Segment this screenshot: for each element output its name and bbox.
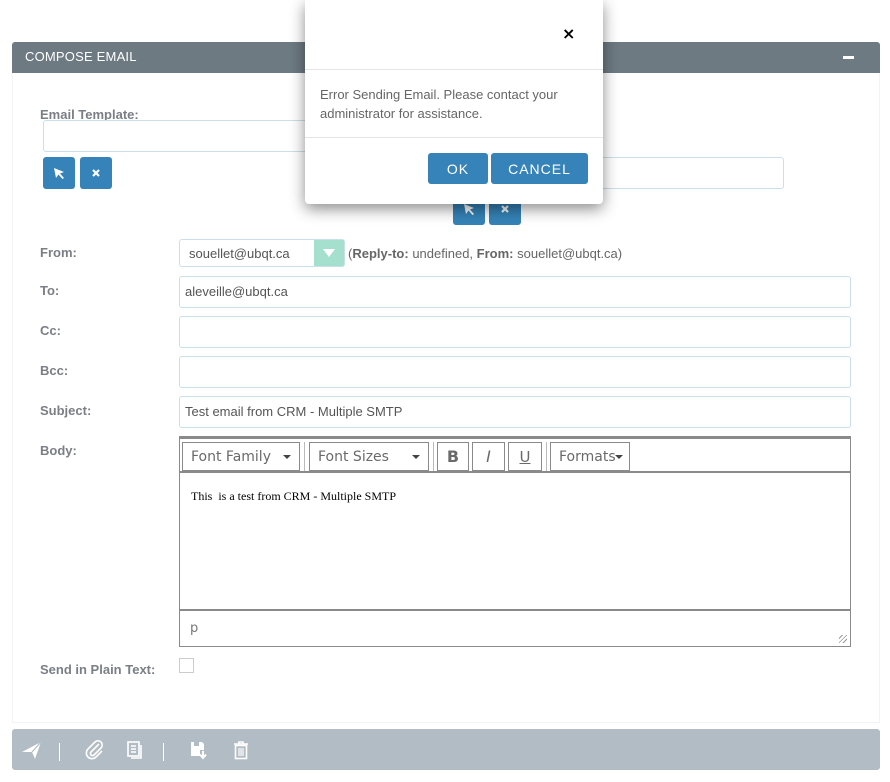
to-label: To: [40, 283, 60, 298]
delete-button[interactable] [229, 738, 253, 762]
close-icon [501, 205, 509, 213]
send-button[interactable] [20, 738, 44, 762]
save-draft-button[interactable] [187, 738, 211, 762]
cancel-button[interactable]: CANCEL [491, 153, 588, 184]
attachment-icon [85, 739, 104, 760]
italic-button[interactable]: I [472, 442, 505, 471]
ok-button[interactable]: OK [428, 153, 488, 184]
attach-button[interactable] [83, 738, 107, 762]
body-text: This is a test from CRM - Multiple SMTP [191, 489, 397, 503]
reply-from-value: souellet@ubqt.ca) [517, 246, 623, 261]
font-family-dropdown[interactable]: Font Family [182, 442, 300, 471]
close-icon[interactable]: × [562, 24, 575, 43]
to-input[interactable]: aleveille@ubqt.ca [179, 276, 851, 308]
modal-header-divider [305, 69, 603, 70]
font-sizes-dropdown[interactable]: Font Sizes [309, 442, 429, 471]
template-doc-button[interactable] [123, 738, 147, 762]
plain-text-label: Send in Plain Text: [40, 662, 156, 677]
trash-icon [234, 741, 248, 760]
reply-to-value: undefined, [412, 246, 474, 261]
from-value: souellet@ubqt.ca [189, 246, 290, 261]
subject-input[interactable]: Test email from CRM - Multiple SMTP [179, 396, 851, 428]
caret-down-icon [283, 455, 291, 459]
cursor-arrow-icon [54, 168, 64, 179]
dropdown-arrow[interactable] [314, 240, 344, 266]
element-path[interactable]: p [190, 621, 198, 636]
cc-input[interactable] [179, 316, 851, 348]
send-icon [22, 741, 42, 759]
editor-toolbar: Font Family Font Sizes B I U Formats [180, 437, 850, 473]
subject-label: Subject: [40, 403, 92, 418]
save-draft-icon [191, 742, 207, 760]
document-icon [127, 741, 142, 759]
plain-text-checkbox[interactable] [179, 658, 194, 673]
bcc-label: Bcc: [40, 363, 69, 378]
modal-footer-divider [305, 137, 603, 138]
reply-from-label: From: [476, 246, 514, 261]
related-input[interactable] [590, 157, 784, 189]
bold-button[interactable]: B [437, 442, 469, 471]
action-toolbar [12, 729, 880, 770]
bcc-input[interactable] [179, 356, 851, 388]
select-template-button[interactable] [43, 157, 75, 189]
body-label: Body: [40, 443, 77, 458]
reply-to-label: Reply-to: [352, 246, 409, 261]
resize-handle[interactable] [839, 635, 847, 643]
cursor-arrow-icon [464, 204, 474, 215]
close-icon [92, 169, 100, 177]
clear-template-button[interactable] [80, 157, 112, 189]
chevron-down-icon [323, 249, 335, 257]
toolbar-divider [546, 442, 547, 471]
body-editor: Font Family Font Sizes B I U Formats Thi… [179, 436, 851, 647]
cc-label: Cc: [40, 323, 61, 338]
toolbar-separator [59, 743, 60, 761]
editor-content[interactable]: This is a test from CRM - Multiple SMTP [180, 473, 850, 609]
from-label: From: [40, 245, 77, 260]
from-select[interactable]: souellet@ubqt.ca [179, 239, 345, 267]
email-template-input[interactable] [43, 120, 333, 152]
collapse-button[interactable] [843, 56, 854, 59]
underline-button[interactable]: U [508, 442, 542, 471]
error-message: Error Sending Email. Please contact your… [320, 87, 558, 121]
caret-down-icon [412, 455, 420, 459]
toolbar-separator [163, 743, 164, 761]
editor-statusbar: p [180, 609, 850, 646]
toolbar-divider [433, 442, 434, 471]
toolbar-divider [304, 442, 305, 471]
formats-dropdown[interactable]: Formats [550, 442, 630, 471]
caret-down-icon [615, 455, 623, 459]
error-dialog: × Error Sending Email. Please contact yo… [305, 0, 603, 204]
panel-title: COMPOSE EMAIL [25, 49, 137, 64]
reply-info: (Reply-to: undefined, From: souellet@ubq… [348, 246, 623, 261]
